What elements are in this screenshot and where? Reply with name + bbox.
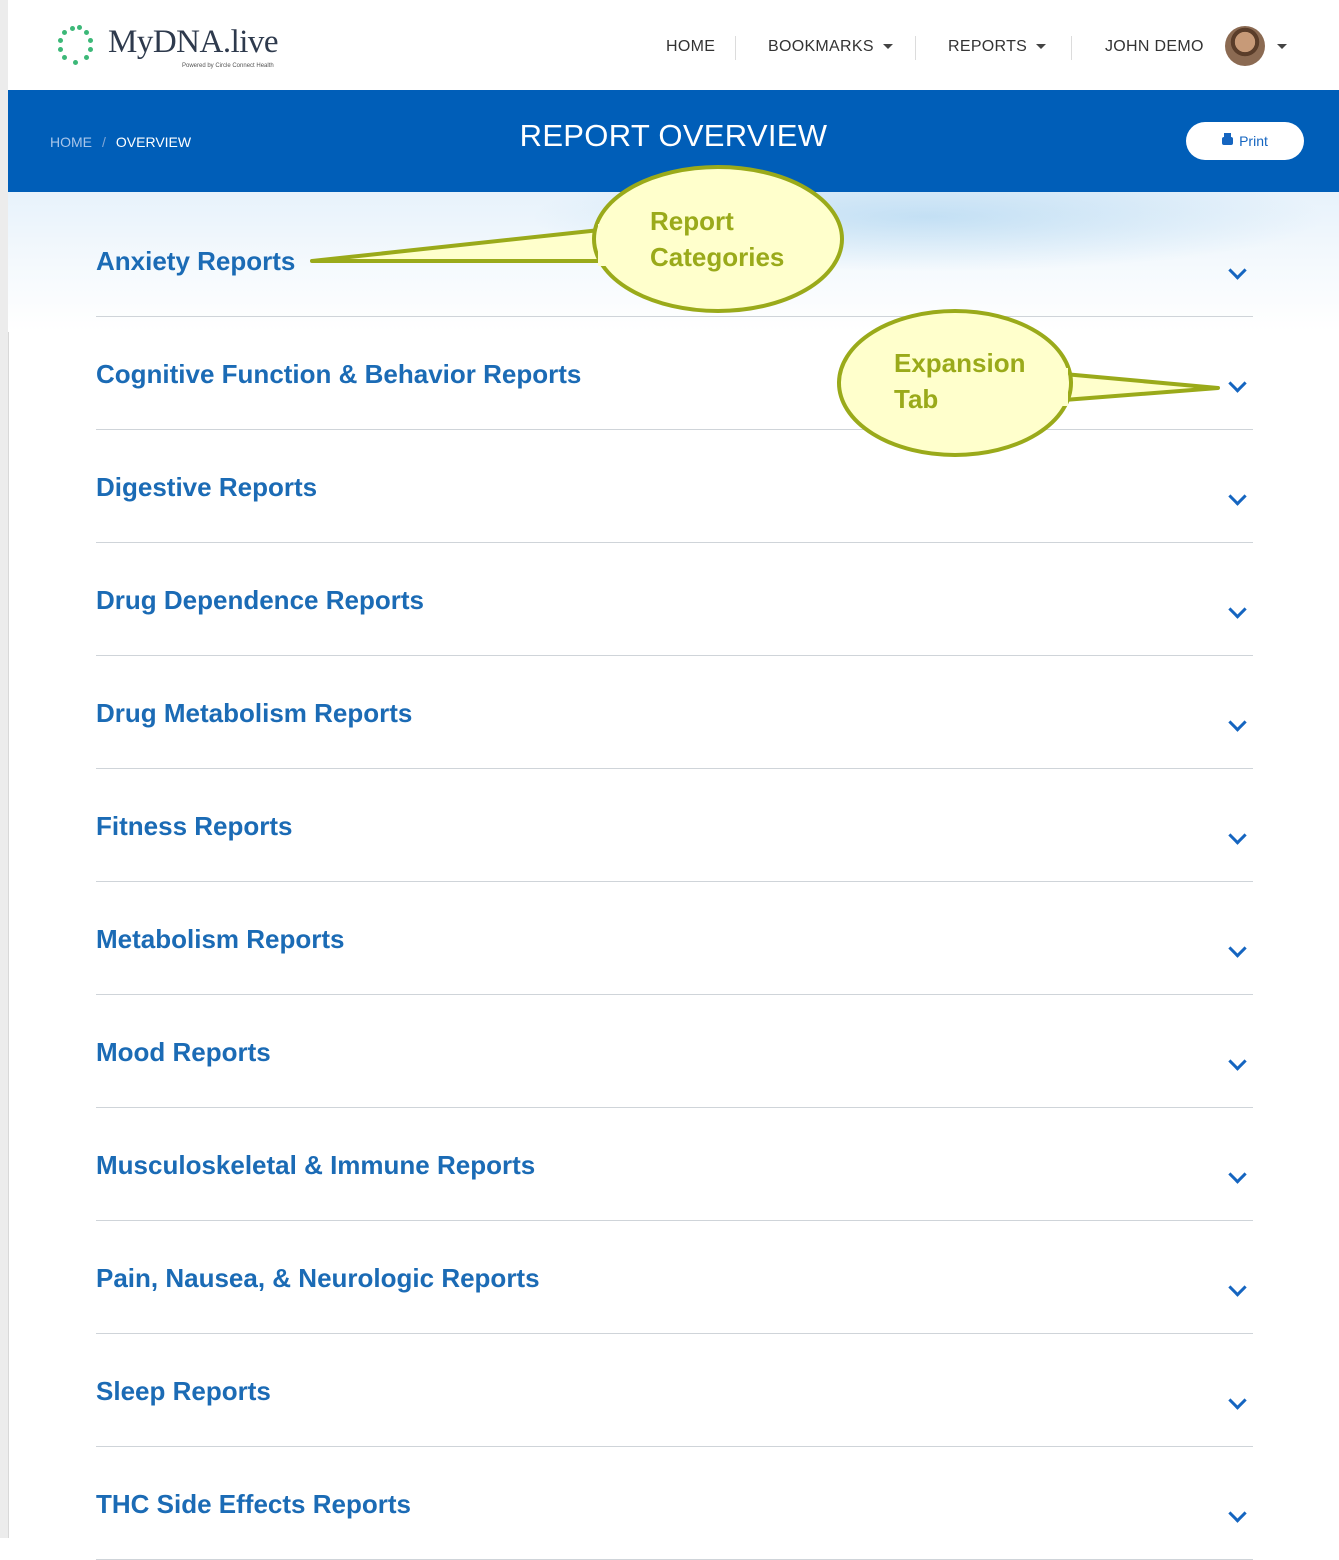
report-category-title[interactable]: Drug Metabolism Reports [96,698,412,729]
accordion-item[interactable]: Mood Reports [96,995,1253,1108]
accordion-item[interactable]: Drug Dependence Reports [96,543,1253,656]
report-category-title[interactable]: Sleep Reports [96,1376,271,1407]
accordion-item[interactable]: Sleep Reports [96,1334,1253,1447]
nav-divider [1071,36,1072,60]
chevron-down-icon[interactable] [1228,1391,1247,1410]
accordion-item[interactable]: THC Side Effects Reports [96,1447,1253,1560]
chevron-down-icon[interactable] [1228,600,1247,619]
chevron-down-icon[interactable] [1228,1052,1247,1071]
nav-user-name[interactable]: JOHN DEMO [1105,38,1204,56]
report-category-title[interactable]: Mood Reports [96,1037,271,1068]
chevron-down-icon[interactable] [1228,261,1247,280]
nav-bookmarks[interactable]: BOOKMARKS [768,38,893,56]
chevron-down-icon[interactable] [1228,487,1247,506]
caret-down-icon [882,44,893,50]
print-label: Print [1239,133,1268,149]
page-title: REPORT OVERVIEW [519,118,828,153]
accordion-item[interactable]: Fitness Reports [96,769,1253,882]
nav-home[interactable]: HOME [666,38,715,56]
accordion-item[interactable]: Pain, Nausea, & Neurologic Reports [96,1221,1253,1334]
chevron-down-icon[interactable] [1228,1165,1247,1184]
caret-down-icon [1277,44,1287,50]
chevron-down-icon[interactable] [1228,826,1247,845]
report-category-title[interactable]: Metabolism Reports [96,924,345,955]
user-menu-toggle[interactable] [1268,38,1287,56]
report-category-title[interactable]: THC Side Effects Reports [96,1489,411,1520]
nav-divider [735,36,736,60]
report-category-title[interactable]: Drug Dependence Reports [96,585,424,616]
caret-down-icon [1036,44,1047,50]
report-category-title[interactable]: Anxiety Reports [96,246,295,277]
printer-icon [1222,133,1234,146]
report-category-title[interactable]: Cognitive Function & Behavior Reports [96,359,581,390]
chevron-down-icon[interactable] [1228,1278,1247,1297]
report-category-title[interactable]: Musculoskeletal & Immune Reports [96,1150,535,1181]
accordion-item[interactable]: Drug Metabolism Reports [96,656,1253,769]
nav-divider [915,36,916,60]
page-header: HOME / OVERVIEW REPORT OVERVIEW Print [8,90,1339,192]
chevron-down-icon[interactable] [1228,713,1247,732]
top-navbar: MyDNA.live Powered by Circle Connect Hea… [8,0,1339,91]
logo-wordmark: MyDNA.live [108,24,279,60]
avatar[interactable] [1225,26,1265,66]
nav-reports[interactable]: REPORTS [948,38,1047,56]
accordion-item[interactable]: Metabolism Reports [96,882,1253,995]
chevron-down-icon[interactable] [1228,939,1247,958]
accordion-item[interactable]: Digestive Reports [96,430,1253,543]
accordion-item[interactable]: Anxiety Reports [96,204,1253,317]
logo-tagline: Powered by Circle Connect Health [182,63,274,69]
report-category-title[interactable]: Pain, Nausea, & Neurologic Reports [96,1263,540,1294]
accordion-item[interactable]: Cognitive Function & Behavior Reports [96,317,1253,430]
accordion-item[interactable]: Musculoskeletal & Immune Reports [96,1108,1253,1221]
nav-bookmarks-label: BOOKMARKS [768,38,874,55]
report-category-title[interactable]: Digestive Reports [96,472,317,503]
logo-dots-icon [52,24,100,68]
report-categories-accordion: Anxiety Reports Cognitive Function & Beha… [96,204,1253,1560]
nav-reports-label: REPORTS [948,38,1028,55]
chevron-down-icon[interactable] [1228,374,1247,393]
print-button[interactable]: Print [1186,122,1304,160]
report-category-title[interactable]: Fitness Reports [96,811,293,842]
chevron-down-icon[interactable] [1228,1504,1247,1523]
